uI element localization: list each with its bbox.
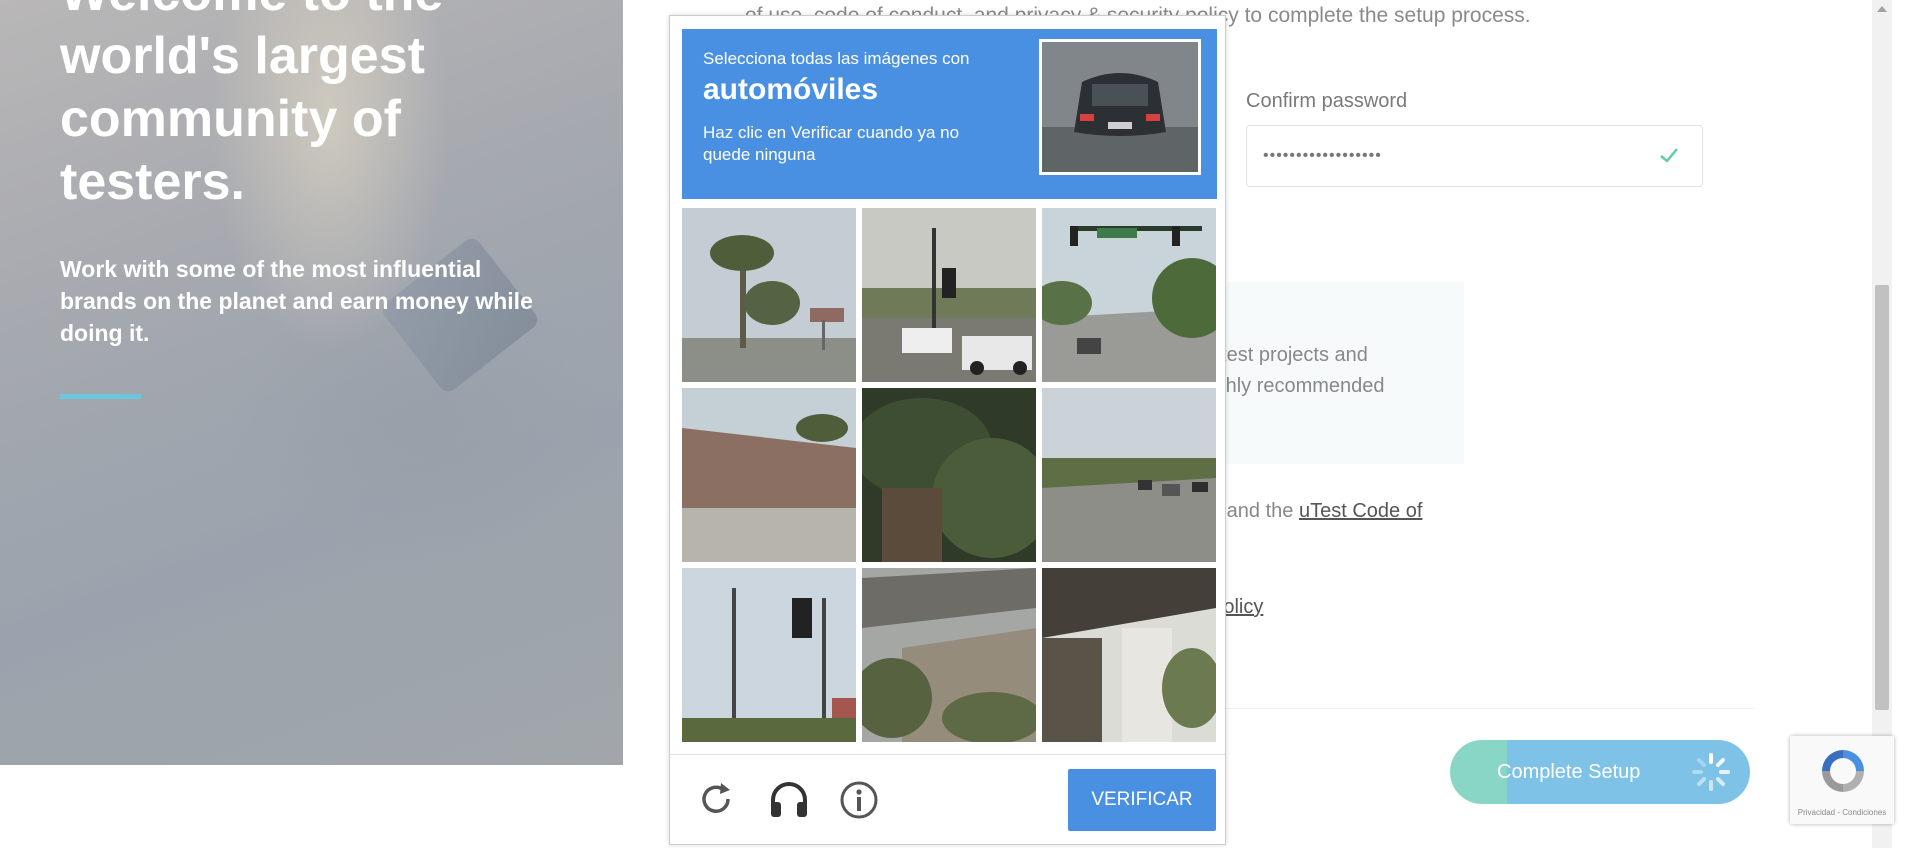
confirm-password-field[interactable]: •••••••••••••••••• <box>1246 125 1703 187</box>
recaptcha-logo-icon <box>1822 750 1864 792</box>
check-icon <box>1660 148 1678 163</box>
hero-accent-rule <box>60 394 141 399</box>
captcha-tile-overpass-bushes[interactable] <box>862 568 1036 742</box>
captcha-instruction-sub: Haz clic en Verificar cuando ya no quede… <box>703 123 960 164</box>
loading-spinner-icon <box>1692 753 1730 791</box>
captcha-tile-bridge-underside[interactable] <box>1042 568 1216 742</box>
scroll-thumb[interactable] <box>1875 285 1889 710</box>
captcha-tile-palm-trees[interactable] <box>682 208 856 382</box>
terms-line: e and the uTest Code of <box>1210 500 1422 523</box>
password-value: •••••••••••••••••• <box>1263 147 1382 164</box>
code-of-conduct-link[interactable]: uTest Code of <box>1299 500 1422 522</box>
captcha-header: Selecciona todas las imágenes con automó… <box>682 29 1217 199</box>
verify-button[interactable]: VERIFICAR <box>1068 769 1216 831</box>
captcha-target: automóviles <box>703 73 879 106</box>
form-divider <box>1210 708 1754 709</box>
hero-panel: Welcome to the world's largest community… <box>0 0 623 765</box>
page-scrollbar[interactable] <box>1872 0 1892 848</box>
captcha-tile-highway-cars[interactable] <box>1042 388 1216 562</box>
hero-title: Welcome to the world's largest community… <box>60 0 443 211</box>
info-line-1: atest projects and <box>1210 344 1368 366</box>
recaptcha-terms-text[interactable]: Privacidad - Condiciones <box>1790 808 1894 817</box>
captcha-tile-road-traffic-lights[interactable] <box>1042 208 1216 382</box>
captcha-tile-foliage[interactable] <box>862 388 1036 562</box>
hero-subtitle: Work with some of the most influential b… <box>60 256 533 346</box>
captcha-tile-poles-sky[interactable] <box>682 568 856 742</box>
captcha-footer-divider <box>670 754 1225 755</box>
recaptcha-badge[interactable]: Privacidad - Condiciones <box>1790 736 1894 824</box>
confirm-password-label: Confirm password <box>1246 90 1408 112</box>
reload-icon[interactable] <box>697 780 735 818</box>
captcha-tile-wall-palm[interactable] <box>682 388 856 562</box>
captcha-dialog: Selecciona todas las imágenes con automó… <box>669 15 1226 845</box>
captcha-tile-traffic-light-cars[interactable] <box>862 208 1036 382</box>
complete-setup-button[interactable]: Complete Setup <box>1450 740 1750 804</box>
captcha-instruction: Selecciona todas las imágenes con <box>703 49 970 68</box>
complete-setup-label: Complete Setup <box>1497 761 1641 783</box>
terms-and-text: and the <box>1221 500 1299 522</box>
headphones-icon[interactable] <box>768 780 810 818</box>
scroll-up-arrow-icon[interactable] <box>1877 6 1887 12</box>
info-line-2: ighly recommended <box>1210 375 1385 397</box>
captcha-image-grid <box>682 208 1217 743</box>
captcha-example-image <box>1039 39 1201 175</box>
info-icon[interactable] <box>839 780 879 820</box>
